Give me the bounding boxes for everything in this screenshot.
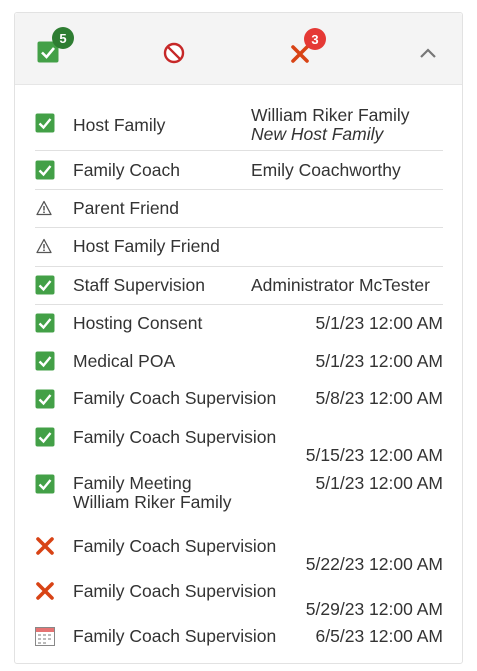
filter-blocked-button[interactable] <box>163 42 185 69</box>
warning-icon <box>36 200 56 220</box>
panel-header: 5 3 <box>15 13 462 85</box>
requirement-title: Family Coach Supervision <box>73 626 277 646</box>
check-icon <box>35 275 55 295</box>
requirement-value-text: 5/1/23 12:00 AM <box>315 473 443 493</box>
chevron-up-icon <box>420 48 436 58</box>
requirement-subtitle: William Riker Family <box>73 492 232 512</box>
requirement-label: Family Coach Supervision <box>73 581 276 601</box>
requirement-row[interactable]: Host Family William Riker Family New Host … <box>35 101 443 151</box>
failed-count-badge: 3 <box>304 28 326 50</box>
requirement-label: Family Coach Supervision <box>73 388 276 408</box>
requirement-label: Medical POA <box>73 351 175 371</box>
requirement-value-text: 5/1/23 12:00 AM <box>315 351 443 371</box>
requirement-value: 5/1/23 12:00 AM <box>316 313 443 333</box>
requirement-title: Family Coach Supervision <box>73 581 277 601</box>
requirement-row[interactable]: Family Coach Supervision 5/15/23 12:00 AM <box>35 418 443 473</box>
requirement-row[interactable]: Parent Friend <box>35 189 443 228</box>
requirement-label: Family Coach <box>73 160 180 180</box>
requirement-value: Administrator McTester <box>251 275 430 295</box>
check-icon <box>35 389 55 409</box>
x-icon <box>35 581 55 601</box>
requirement-title: Medical POA <box>73 351 176 371</box>
requirement-value-text: 5/29/23 12:00 AM <box>305 599 443 619</box>
requirement-value-text: William Riker Family <box>251 105 410 125</box>
requirement-title: Host Family Friend <box>73 236 220 256</box>
requirement-row[interactable]: Hosting Consent 5/1/23 12:00 AM <box>35 304 443 342</box>
filter-complete-button[interactable]: 5 <box>37 27 74 68</box>
requirement-value-text: 6/5/23 12:00 AM <box>315 626 443 646</box>
requirement-value-text: Administrator McTester <box>251 275 430 295</box>
requirement-value: 6/5/23 12:00 AM <box>316 626 443 646</box>
requirement-row[interactable]: Medical POA 5/1/23 12:00 AM <box>35 342 443 380</box>
check-icon <box>35 313 55 333</box>
requirement-title: Host Family <box>73 115 166 135</box>
requirement-value-subtitle: New Host Family <box>251 124 384 144</box>
requirement-title: Family Coach Supervision <box>73 536 277 556</box>
requirement-row[interactable]: Family Coach Supervision 5/29/23 12:00 AM <box>35 573 443 619</box>
requirement-label: Family Coach Supervision <box>73 626 276 646</box>
requirement-row[interactable]: Family Coach Supervision 5/8/23 12:00 AM <box>35 380 443 418</box>
filter-failed-button[interactable]: 3 <box>290 28 326 69</box>
requirement-value: 5/22/23 12:00 AM <box>306 554 443 574</box>
requirement-row[interactable]: Family Coach Supervision 6/5/23 12:00 AM <box>35 618 443 658</box>
requirement-title: Staff Supervision <box>73 275 205 295</box>
calendar-icon <box>35 626 55 646</box>
requirement-label: Family Coach Supervision <box>73 427 276 447</box>
requirement-label: Host Family Friend <box>73 236 220 256</box>
requirement-value: 5/15/23 12:00 AM <box>306 445 443 465</box>
requirement-value: 5/1/23 12:00 AM <box>316 473 443 493</box>
requirement-label: Staff Supervision <box>73 275 205 295</box>
check-icon <box>35 427 55 447</box>
requirement-row[interactable]: Family Meeting William Riker Family 5/1/23… <box>35 473 443 528</box>
requirement-row[interactable]: Family Coach Emily Coachworthy <box>35 150 443 190</box>
requirement-value: 5/8/23 12:00 AM <box>316 388 443 408</box>
requirement-value-text: 5/15/23 12:00 AM <box>305 445 443 465</box>
collapse-button[interactable] <box>418 46 438 65</box>
requirements-panel: 5 3 Host Family William Riker Family New H… <box>14 12 463 664</box>
check-icon <box>35 160 55 180</box>
requirement-title: Hosting Consent <box>73 313 203 333</box>
warning-icon <box>36 238 56 258</box>
requirement-row[interactable]: Host Family Friend <box>35 227 443 267</box>
requirement-value: Emily Coachworthy <box>251 160 401 180</box>
x-icon <box>35 536 55 556</box>
requirement-title: Family Coach Supervision <box>73 388 277 408</box>
requirement-row[interactable]: Family Coach Supervision 5/22/23 12:00 AM <box>35 528 443 574</box>
requirement-title: Family Coach <box>73 160 180 180</box>
complete-count-badge: 5 <box>52 27 74 49</box>
requirement-label: Host Family <box>73 115 165 135</box>
requirement-title: Family Coach Supervision <box>73 427 277 447</box>
requirement-value: 5/29/23 12:00 AM <box>306 599 443 619</box>
check-icon <box>35 113 55 133</box>
requirement-value-text: Emily Coachworthy <box>251 160 401 180</box>
requirement-value-text: 5/8/23 12:00 AM <box>315 388 443 408</box>
check-icon <box>35 474 55 494</box>
requirement-value-text: 5/22/23 12:00 AM <box>305 554 443 574</box>
check-icon <box>35 351 55 371</box>
requirement-value: 5/1/23 12:00 AM <box>316 351 443 371</box>
requirement-value-text: 5/1/23 12:00 AM <box>315 313 443 333</box>
no-entry-icon <box>163 42 185 64</box>
requirement-label: Parent Friend <box>73 198 179 218</box>
requirement-label: Family Coach Supervision <box>73 536 276 556</box>
requirement-title: Parent Friend <box>73 198 180 218</box>
requirement-row[interactable]: Staff Supervision Administrator McTester <box>35 266 443 305</box>
requirement-title: Family Meeting <box>73 473 192 493</box>
requirement-label: Family Meeting William Riker Family <box>73 473 231 511</box>
requirement-label: Hosting Consent <box>73 313 202 333</box>
requirement-value: William Riker Family New Host Family <box>251 105 409 143</box>
